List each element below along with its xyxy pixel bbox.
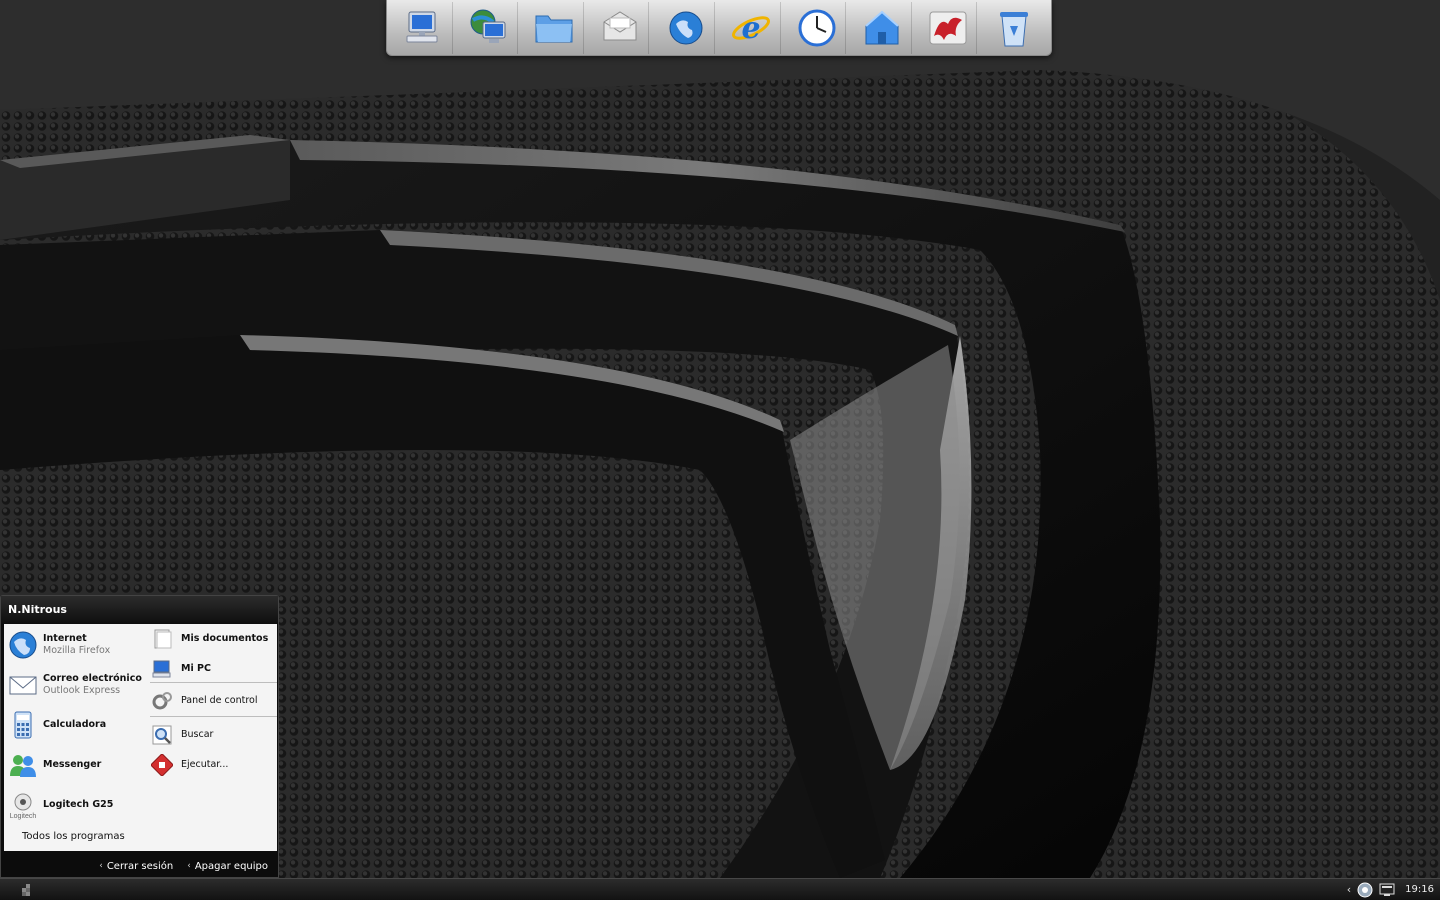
menu-item-title: Messenger	[43, 759, 102, 770]
start-menu-body: Internet Mozilla Firefox Correo electrón…	[4, 624, 277, 851]
start-menu-pinned: Internet Mozilla Firefox Correo electrón…	[4, 624, 146, 851]
firefox-globe-icon	[8, 630, 38, 660]
globe-icon	[669, 11, 703, 44]
menu-item-title: Buscar	[181, 729, 214, 740]
tray-expand-icon[interactable]: ‹	[1347, 883, 1351, 896]
logoff-button[interactable]: ‹ Cerrar sesión	[99, 861, 173, 872]
start-button[interactable]	[18, 884, 32, 896]
dragon-icon	[929, 11, 967, 44]
run-icon	[149, 752, 175, 778]
logitech-icon: Logitech	[8, 790, 38, 820]
documents-icon	[151, 628, 173, 650]
recycle-bin-icon	[1000, 11, 1029, 46]
taskbar-clock[interactable]: 19:16	[1405, 884, 1434, 895]
menu-item-search[interactable]: Buscar	[151, 724, 213, 746]
shutdown-label: Apagar equipo	[194, 860, 268, 872]
start-menu-footer: ‹ Cerrar sesión ‹ Apagar equipo	[1, 854, 278, 878]
dock-clock[interactable]	[789, 1, 847, 54]
dock-home[interactable]	[854, 1, 912, 54]
mail-icon	[603, 10, 637, 40]
logitech-logo-text: Logitech	[10, 813, 37, 820]
network-icon	[470, 9, 506, 43]
dock-dragon[interactable]	[920, 1, 978, 54]
menu-item-title: Calculadora	[43, 719, 107, 730]
clock-icon	[798, 9, 836, 46]
dock-recycle-bin[interactable]	[985, 2, 1043, 54]
chevron-left-icon: ‹	[187, 861, 191, 871]
menu-separator	[150, 682, 277, 683]
menu-item-my-documents[interactable]: Mis documentos	[151, 628, 268, 650]
calculator-icon	[8, 710, 38, 740]
taskbar: ‹ 19:16	[0, 878, 1440, 900]
chevron-left-icon: ‹	[99, 861, 103, 871]
menu-item-title: Logitech G25	[43, 799, 114, 810]
menu-item-title: Panel de control	[181, 695, 258, 706]
my-computer-icon	[151, 658, 173, 680]
menu-item-messenger[interactable]: Messenger	[8, 750, 101, 780]
menu-item-title: Mi PC	[181, 663, 211, 674]
control-panel-icon	[151, 690, 173, 712]
menu-item-email[interactable]: Correo electrónico Outlook Express	[8, 670, 142, 700]
menu-item-title: Correo electrónico	[43, 673, 142, 684]
dock-network[interactable]	[461, 1, 519, 54]
menu-item-my-pc[interactable]: Mi PC	[151, 658, 211, 680]
dock-computer[interactable]	[395, 1, 453, 54]
svg-text:e: e	[742, 11, 761, 46]
dock-internet-explorer[interactable]: e	[723, 1, 781, 54]
menu-item-subtitle: Mozilla Firefox	[43, 645, 111, 656]
envelope-icon	[8, 670, 38, 700]
internet-explorer-icon: e	[732, 11, 771, 46]
folder-icon	[535, 15, 573, 42]
shutdown-button[interactable]: ‹ Apagar equipo	[187, 861, 268, 872]
menu-item-logitech[interactable]: Logitech Logitech G25	[8, 790, 113, 820]
menu-item-run[interactable]: Ejecutar...	[149, 752, 229, 778]
all-programs-button[interactable]: Todos los programas	[22, 831, 125, 842]
start-menu-places: Mis documentos Mi PC Panel de control Bu…	[147, 624, 277, 851]
logoff-label: Cerrar sesión	[106, 860, 174, 872]
menu-item-title: Mis documentos	[181, 633, 269, 644]
dock-mail[interactable]	[592, 1, 650, 54]
menu-item-internet[interactable]: Internet Mozilla Firefox	[8, 630, 110, 660]
computer-icon	[406, 11, 438, 42]
menu-item-title: Internet	[43, 633, 87, 644]
menu-item-subtitle: Outlook Express	[43, 685, 121, 696]
home-icon	[865, 10, 900, 44]
menu-item-control-panel[interactable]: Panel de control	[151, 690, 257, 712]
messenger-icon	[8, 750, 38, 780]
search-icon	[151, 724, 173, 746]
dock-globe[interactable]	[657, 1, 715, 54]
menu-item-calculator[interactable]: Calculadora	[8, 710, 106, 740]
network-tray-icon[interactable]	[1357, 882, 1373, 898]
dock-bar: e	[386, 0, 1052, 56]
menu-separator	[150, 716, 277, 717]
dock-folder[interactable]	[526, 1, 584, 54]
menu-item-title: Ejecutar...	[181, 759, 229, 770]
start-menu-username: N.Nitrous	[1, 596, 278, 624]
display-tray-icon[interactable]	[1379, 882, 1395, 898]
start-menu: N.Nitrous Internet Mozilla Firefox Corre…	[0, 595, 279, 878]
system-tray: ‹ 19:16	[1347, 879, 1440, 900]
